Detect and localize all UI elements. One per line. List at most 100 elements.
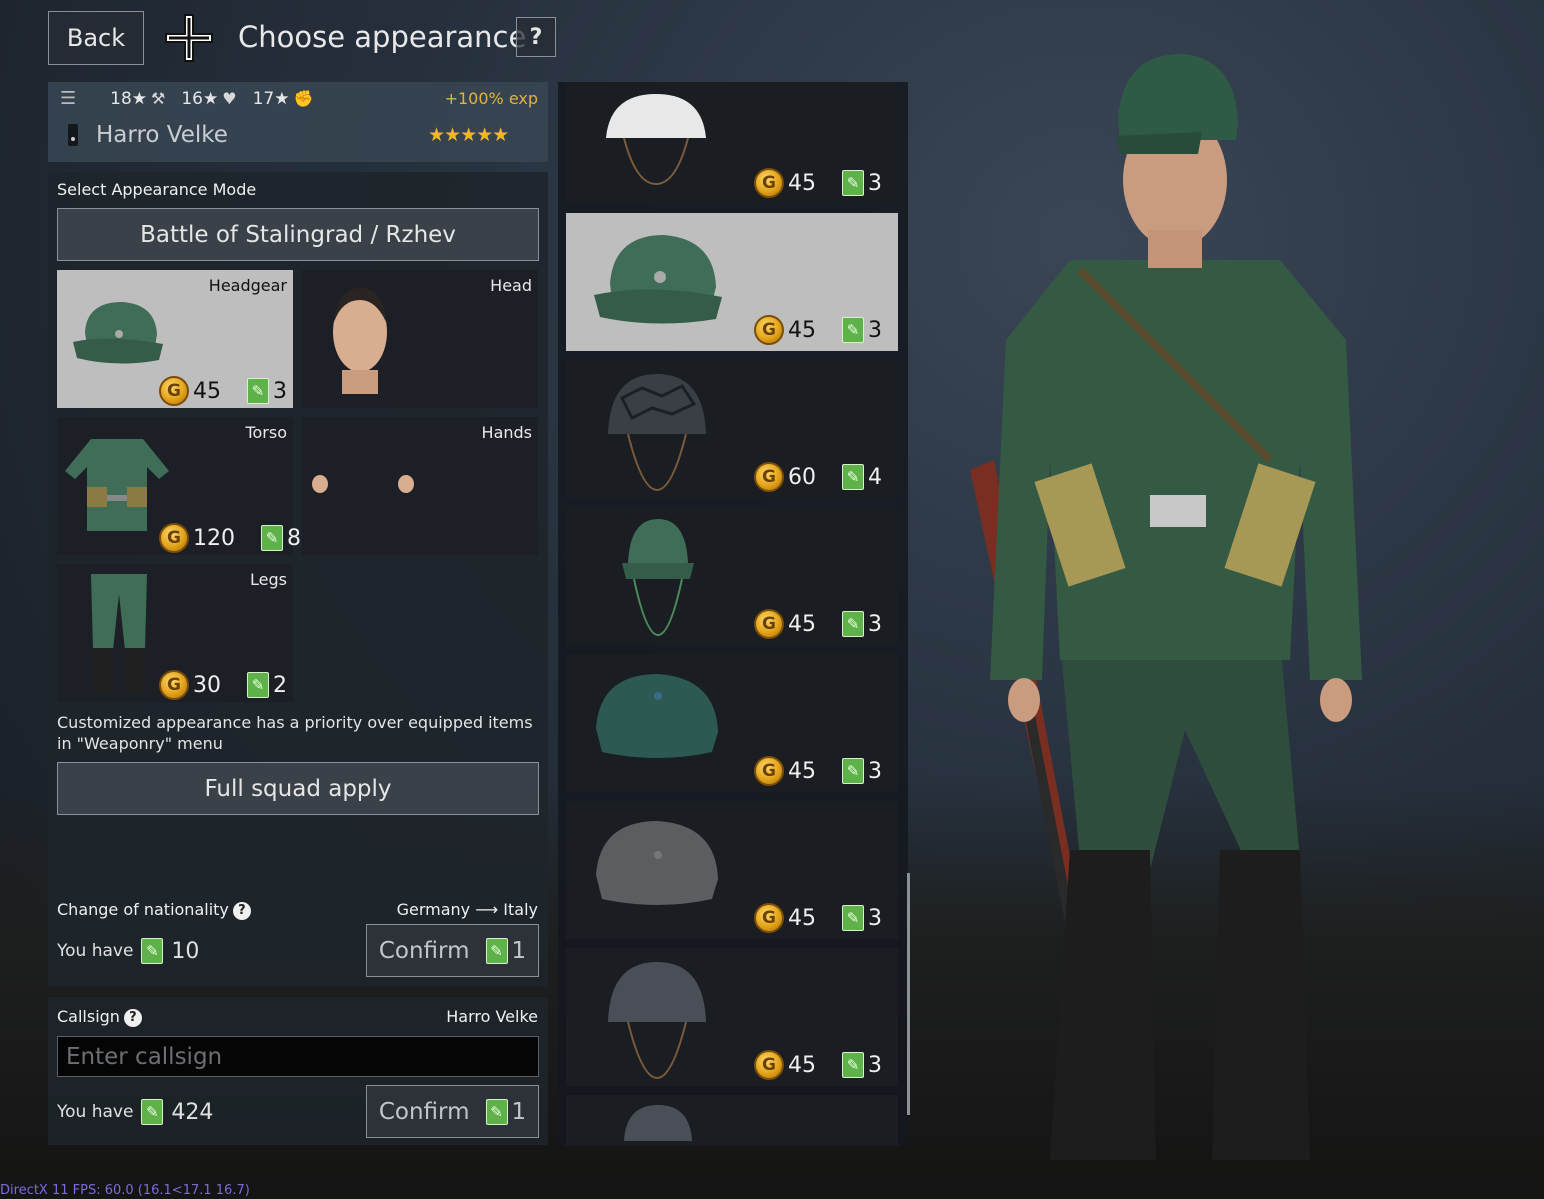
list-item[interactable] xyxy=(566,1095,898,1146)
ticket-icon: ✎ xyxy=(842,1052,864,1078)
white-helmet-image xyxy=(606,94,706,186)
field-cap-image xyxy=(594,235,722,324)
appearance-mode-select[interactable]: Battle of Stalingrad / Rzhev xyxy=(57,208,539,261)
slot-price: G 30 ✎ 2 xyxy=(159,670,287,700)
nationality-confirm-button[interactable]: Confirm ✎ 1 xyxy=(366,924,539,977)
item-price: G 45 ✎ 3 xyxy=(754,168,882,198)
slot-hands[interactable]: Hands xyxy=(302,417,538,555)
slot-label: Hands xyxy=(481,423,532,442)
coin-icon: G xyxy=(754,609,784,639)
soldier-name: Harro Velke xyxy=(96,122,228,148)
fist-icon: ✊ xyxy=(293,89,314,108)
ticket-icon: ✎ xyxy=(842,758,864,784)
help-icon[interactable]: ? xyxy=(232,901,251,920)
ticket-icon: ✎ xyxy=(485,1098,508,1125)
item-price: G 45 ✎ 3 xyxy=(754,903,882,933)
helmet-partial-image xyxy=(624,1105,692,1141)
slot-price: G 120 ✎ 8 xyxy=(159,523,301,553)
nationality-balance: You have ✎ 10 xyxy=(57,938,200,964)
item-price: G 45 ✎ 3 xyxy=(754,756,882,786)
list-item[interactable]: G 45 ✎ 3 xyxy=(566,801,898,939)
health-icon: ♥ xyxy=(222,89,237,108)
back-button[interactable]: Back xyxy=(48,11,144,65)
soldier-card[interactable]: ☰ 18★ ⚒ 16★ ♥ 17★ ✊ +100% exp Harro Velke ★… xyxy=(48,82,548,162)
hands-image xyxy=(312,475,414,493)
ticket-icon: ✎ xyxy=(261,525,283,551)
head-image xyxy=(333,288,387,394)
soldier-stats: ☰ 18★ ⚒ 16★ ♥ 17★ ✊ xyxy=(60,88,313,109)
stat-fist: 17★ ✊ xyxy=(252,88,314,109)
callsign-panel: Callsign? Harro Velke You have ✎ 424 Con… xyxy=(48,997,548,1145)
callsign-input[interactable] xyxy=(57,1036,539,1077)
item-list-scrollbar[interactable] xyxy=(907,873,910,1115)
slot-headgear[interactable]: Headgear G 45 ✎ 3 xyxy=(57,270,293,408)
stat-health: 16★ ♥ xyxy=(181,88,237,109)
soldier-3d-render xyxy=(970,54,1362,1160)
nationality-label: Change of nationality? xyxy=(57,900,251,920)
help-icon[interactable]: ? xyxy=(123,1008,142,1027)
coin-icon: G xyxy=(159,376,189,406)
slot-label: Headgear xyxy=(208,276,287,295)
slot-head[interactable]: Head xyxy=(302,270,538,408)
callsign-balance: You have ✎ 424 xyxy=(57,1099,214,1125)
steel-helmet-image xyxy=(608,962,706,1080)
ticket-icon: ✎ xyxy=(842,317,864,343)
slot-price: G 45 ✎ 3 xyxy=(159,376,287,406)
list-item[interactable]: G 45 ✎ 3 xyxy=(566,948,898,1086)
nationality-change: Germany ⟶ Italy xyxy=(396,900,538,919)
stat-kit: 18★ ⚒ xyxy=(110,88,166,109)
headgear-image xyxy=(73,302,163,364)
appearance-panel: Select Appearance Mode Battle of Staling… xyxy=(48,172,548,962)
list-item[interactable]: G 45 ✎ 3 xyxy=(566,213,898,351)
coin-icon: G xyxy=(159,670,189,700)
winter-cap-teal-image xyxy=(596,674,718,758)
priority-info-text: Customized appearance has a priority ove… xyxy=(57,713,533,753)
slot-label: Head xyxy=(490,276,532,295)
ticket-icon: ✎ xyxy=(247,378,269,404)
item-price: G 45 ✎ 3 xyxy=(754,609,882,639)
legs-image xyxy=(91,574,147,692)
coin-icon: G xyxy=(754,168,784,198)
list-item[interactable]: G 45 ✎ 3 xyxy=(566,82,898,204)
item-price: G 60 ✎ 4 xyxy=(754,462,882,492)
slot-legs[interactable]: Legs G 30 ✎ 2 xyxy=(57,564,293,702)
help-button[interactable]: ? xyxy=(516,17,556,57)
coin-icon: G xyxy=(754,903,784,933)
camo-helmet-image xyxy=(608,374,706,492)
kit-icon: ⚒ xyxy=(151,89,166,108)
fps-counter: DirectX 11 FPS: 60.0 (16.1<17.1 16.7) xyxy=(0,1183,250,1198)
item-price: G 45 ✎ 3 xyxy=(754,1050,882,1080)
appearance-mode-label: Select Appearance Mode xyxy=(57,180,257,199)
ticket-icon: ✎ xyxy=(141,938,164,964)
rank-icon xyxy=(68,124,78,146)
full-squad-apply-button[interactable]: Full squad apply xyxy=(57,762,539,815)
exp-bonus: +100% exp xyxy=(444,89,538,108)
nationality-panel: Change of nationality? Germany ⟶ Italy Y… xyxy=(48,890,548,987)
list-item[interactable]: G 60 ✎ 4 xyxy=(566,360,898,498)
torso-image xyxy=(65,439,169,531)
arrow-right-icon: ⟶ xyxy=(475,900,499,919)
winter-cap-grey-image xyxy=(596,821,718,905)
slot-label: Torso xyxy=(245,423,287,442)
coin-icon: G xyxy=(754,462,784,492)
current-callsign: Harro Velke xyxy=(446,1007,538,1026)
ticket-icon: ✎ xyxy=(842,464,864,490)
rating-stars: ★★★★★ xyxy=(428,124,509,146)
item-price: G 45 ✎ 3 xyxy=(754,315,882,345)
ticket-icon: ✎ xyxy=(842,905,864,931)
list-item[interactable]: G 45 ✎ 3 xyxy=(566,507,898,645)
ticket-icon: ✎ xyxy=(842,170,864,196)
headgear-item-list[interactable]: G 45 ✎ 3 G 45 ✎ 3 G 60 ✎ 4 G45 ✎ 3 G 45 … xyxy=(558,82,908,1146)
page-title: Choose appearance xyxy=(238,20,527,54)
list-item[interactable]: G 45 ✎ 3 xyxy=(566,654,898,792)
list-icon: ☰ xyxy=(60,88,77,109)
callsign-label: Callsign? xyxy=(57,1007,142,1027)
coin-icon: G xyxy=(754,1050,784,1080)
ticket-icon: ✎ xyxy=(247,672,269,698)
slot-torso[interactable]: Torso G 120 ✎ 8 xyxy=(57,417,301,555)
nation-cross-icon xyxy=(165,14,213,62)
coin-icon: G xyxy=(754,315,784,345)
coin-icon: G xyxy=(754,756,784,786)
ticket-icon: ✎ xyxy=(842,611,864,637)
callsign-confirm-button[interactable]: Confirm ✎ 1 xyxy=(366,1085,539,1138)
